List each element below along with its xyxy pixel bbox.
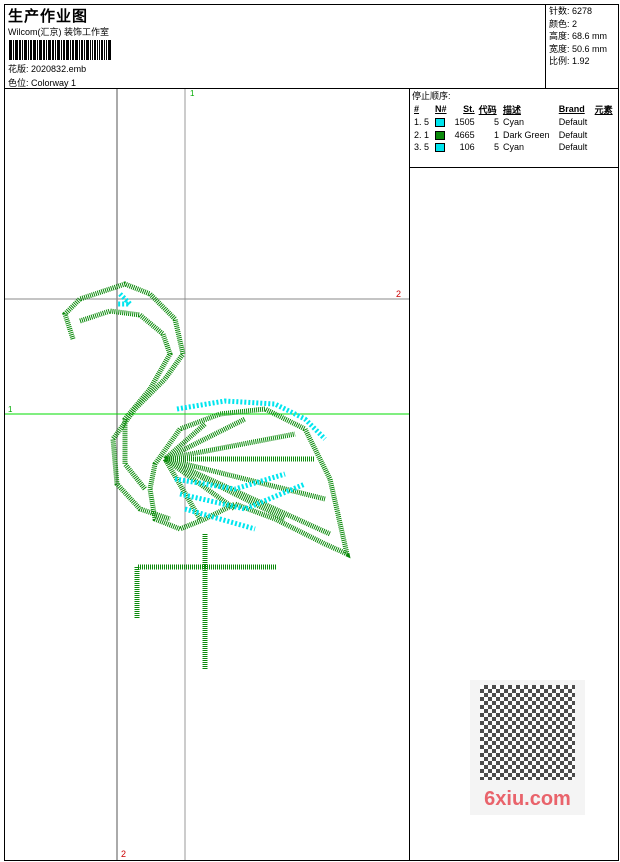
- colorway: 色位: Colorway 1: [8, 76, 76, 89]
- col-element: 元素: [594, 104, 613, 115]
- marker-bottom: 2: [121, 849, 126, 859]
- row-desc: Cyan: [502, 117, 524, 128]
- colorway-value: Colorway 1: [31, 78, 77, 88]
- stat-scale: 比例: 1.92: [549, 56, 590, 66]
- color-swatch: [433, 129, 450, 142]
- row-desc: Dark Green: [502, 129, 550, 140]
- stat-stitches: 针数: 6278: [549, 6, 593, 16]
- qr-code: [480, 685, 575, 780]
- barcode: [9, 40, 144, 60]
- marker-left: 1: [8, 405, 13, 414]
- green-outline: [62, 281, 351, 669]
- studio-name: Wilcom(汇京) 装饰工作室: [8, 27, 109, 37]
- row-element: [593, 129, 617, 142]
- design-label: 花版:: [8, 64, 29, 74]
- colorway-label: 色位:: [8, 78, 29, 88]
- col-st: St.: [463, 104, 475, 114]
- row-element: [593, 141, 617, 154]
- marker-top: 1: [190, 89, 195, 98]
- col-desc: 描述: [502, 104, 521, 115]
- row-idx: 1. 5: [414, 117, 430, 128]
- col-code: 代码: [478, 104, 497, 115]
- cyan-fill: [117, 292, 327, 532]
- stop-sequence: 停止顺序: # N# St. 代码 描述 Brand 元素 1. 5 1505 …: [410, 88, 619, 168]
- stop-row: 2. 1 4665 1 Dark Green Default: [412, 129, 617, 142]
- design-value: 2020832.emb: [31, 64, 87, 74]
- watermark: 6xiu.com: [470, 680, 585, 815]
- row-idx: 3. 5: [414, 142, 430, 153]
- row-stitches: 106: [459, 142, 475, 153]
- row-brand: Default: [558, 117, 588, 128]
- col-brand: Brand: [558, 104, 585, 114]
- row-stitches: 4665: [454, 129, 475, 140]
- flamingo-design: 1 1 2 2: [5, 89, 409, 860]
- color-swatch: [433, 141, 450, 154]
- row-brand: Default: [558, 129, 588, 140]
- row-stitches: 1505: [454, 117, 475, 128]
- stat-height: 高度: 68.6 mm: [549, 31, 608, 41]
- color-swatch: [433, 116, 450, 129]
- row-desc: Cyan: [502, 142, 524, 153]
- page-title: 生产作业图: [8, 8, 89, 25]
- col-idx: #: [414, 104, 420, 114]
- design-canvas: 1 1 2 2: [5, 89, 409, 860]
- row-element: [593, 116, 617, 129]
- marker-right: 2: [396, 289, 401, 299]
- header: 生产作业图 Wilcom(汇京) 装饰工作室 花版: 2020832.emb 色…: [4, 4, 619, 89]
- stat-width: 宽度: 50.6 mm: [549, 43, 608, 54]
- stats-panel: 针数: 6278 颜色: 2 高度: 68.6 mm 宽度: 50.6 mm 比…: [545, 4, 619, 89]
- stop-row: 3. 5 106 5 Cyan Default: [412, 141, 617, 154]
- row-code: 5: [493, 117, 499, 128]
- watermark-text: 6xiu.com: [484, 788, 571, 810]
- stop-sequence-title: 停止顺序:: [412, 91, 451, 101]
- row-code: 5: [493, 142, 499, 153]
- stat-colors: 颜色: 2: [549, 18, 578, 29]
- design-file: 花版: 2020832.emb: [8, 62, 86, 75]
- row-brand: Default: [558, 142, 588, 153]
- row-code: 1: [493, 129, 499, 140]
- row-idx: 2. 1: [414, 129, 430, 140]
- col-n: N#: [435, 104, 447, 114]
- stop-sequence-table: # N# St. 代码 描述 Brand 元素 1. 5 1505 5 Cyan…: [412, 102, 617, 154]
- stop-row: 1. 5 1505 5 Cyan Default: [412, 116, 617, 129]
